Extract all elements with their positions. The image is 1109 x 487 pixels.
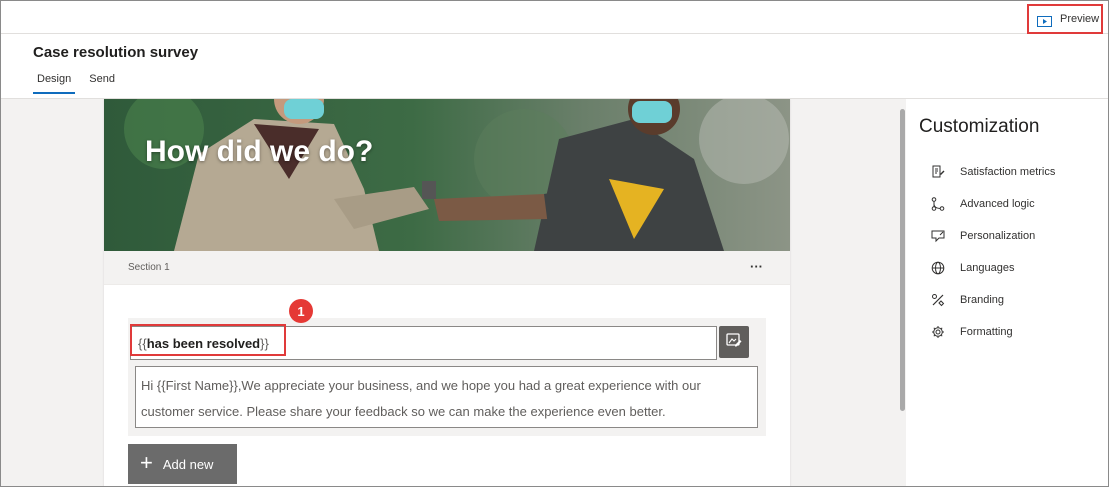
placeholder-variable: has been resolved — [146, 335, 261, 351]
customization-item-languages[interactable]: Languages — [931, 252, 1055, 284]
edit-image-icon — [726, 332, 742, 353]
customization-item-branding[interactable]: Branding — [931, 284, 1055, 316]
customization-panel: Customization Satisfaction metrics Advan… — [906, 99, 1108, 486]
customization-item-label: Languages — [960, 262, 1015, 274]
hero-image: How did we do? — [104, 99, 790, 251]
scrollbar-thumb[interactable] — [900, 109, 905, 411]
top-bar: Preview — [1, 1, 1108, 34]
formatting-gear-icon — [931, 325, 945, 339]
tab-design[interactable]: Design — [33, 73, 76, 94]
edit-image-button[interactable] — [719, 326, 749, 358]
section-label: Section 1 — [128, 262, 170, 273]
tab-bar: Design Send — [33, 73, 119, 94]
customization-item-personalization[interactable]: Personalization — [931, 220, 1055, 252]
placeholder-close-brace: }} — [260, 335, 269, 351]
customization-item-label: Branding — [960, 294, 1005, 306]
customization-list: Satisfaction metrics Advanced logic Pers… — [931, 156, 1055, 348]
plus-icon: + — [140, 450, 153, 475]
customization-item-label: Satisfaction metrics — [960, 166, 1056, 178]
personalization-icon — [931, 229, 945, 243]
more-options-icon[interactable]: ··· — [750, 259, 763, 274]
preview-label: Preview — [1060, 13, 1100, 25]
survey-canvas: How did we do? Section 1 ··· {{has been … — [1, 99, 906, 486]
advanced-logic-icon — [931, 197, 945, 211]
preview-play-icon — [1037, 14, 1052, 27]
customization-item-formatting[interactable]: Formatting — [931, 316, 1055, 348]
customization-item-advanced-logic[interactable]: Advanced logic — [931, 188, 1055, 220]
add-new-button[interactable]: + Add new — [128, 444, 237, 484]
section-header: Section 1 ··· — [104, 251, 790, 285]
globe-icon — [931, 261, 945, 275]
customization-item-label: Personalization — [960, 230, 1036, 242]
tab-send[interactable]: Send — [85, 73, 119, 94]
hero-title: How did we do? — [145, 135, 374, 168]
question-title-input[interactable]: {{has been resolved}} — [130, 326, 717, 360]
customization-item-satisfaction-metrics[interactable]: Satisfaction metrics — [931, 156, 1055, 188]
satisfaction-metrics-icon — [931, 165, 945, 179]
canvas-scrollbar[interactable] — [899, 99, 905, 486]
app-window: Preview 2 Case resolution survey Design … — [0, 0, 1109, 487]
page-title: Case resolution survey — [33, 44, 199, 61]
customization-item-label: Advanced logic — [960, 198, 1035, 210]
question-block: {{has been resolved}} Hi {{First Name}},… — [128, 318, 766, 436]
branding-icon — [931, 293, 945, 307]
add-new-label: Add new — [162, 456, 214, 472]
page-header: Case resolution survey Design Send — [1, 35, 1108, 99]
customization-item-label: Formatting — [960, 326, 1013, 338]
question-description-field[interactable]: Hi {{First Name}},We appreciate your bus… — [135, 366, 758, 428]
callout-badge-1: 1 — [289, 299, 313, 323]
preview-button[interactable]: Preview — [1027, 4, 1103, 34]
customization-title: Customization — [919, 116, 1040, 137]
placeholder-open-brace: {{ — [138, 335, 147, 351]
